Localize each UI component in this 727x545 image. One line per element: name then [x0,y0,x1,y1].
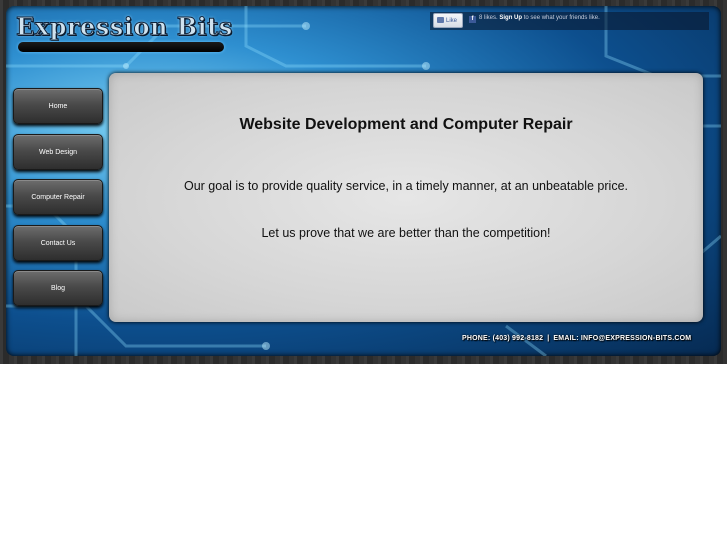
page-title: Website Development and Computer Repair [239,116,573,133]
footer-separator: | [547,335,550,342]
logo-underline-bar [18,42,224,52]
content-panel: Website Development and Computer Repair … [109,73,703,322]
facebook-like-text: f8 likes. Sign Up to see what your frien… [469,15,600,23]
nav-contact-us-button[interactable]: Contact Us [13,225,103,261]
thumbs-up-icon [437,17,444,23]
nav-computer-repair-button[interactable]: Computer Repair [13,179,103,215]
facebook-like-label: Like [446,18,458,24]
footer-email[interactable]: EMAIL: INFO@EXPRESSION-BITS.COM [553,335,691,342]
facebook-like-button[interactable]: Like [433,13,463,28]
facebook-signup-suffix: to see what your friends like. [522,15,600,21]
intro-text-goal: Our goal is to provide quality service, … [184,179,628,193]
nav-blog-button[interactable]: Blog [13,270,103,306]
facebook-icon: f [469,16,476,23]
site-banner: Expression Bits Like f8 likes. Sign Up t… [0,0,727,364]
contact-footer: PHONE: (403) 992-8182 | EMAIL: INFO@EXPRES… [462,335,691,342]
facebook-signup-link[interactable]: Sign Up [499,15,522,21]
site-logo[interactable]: Expression Bits [16,12,233,42]
nav-web-design-button[interactable]: Web Design [13,134,103,170]
footer-phone: PHONE: (403) 992-8182 [462,335,544,342]
facebook-like-count: 8 likes. [479,15,498,21]
intro-text-competition: Let us prove that we are better than the… [261,226,551,240]
nav-home-button[interactable]: Home [13,88,103,124]
